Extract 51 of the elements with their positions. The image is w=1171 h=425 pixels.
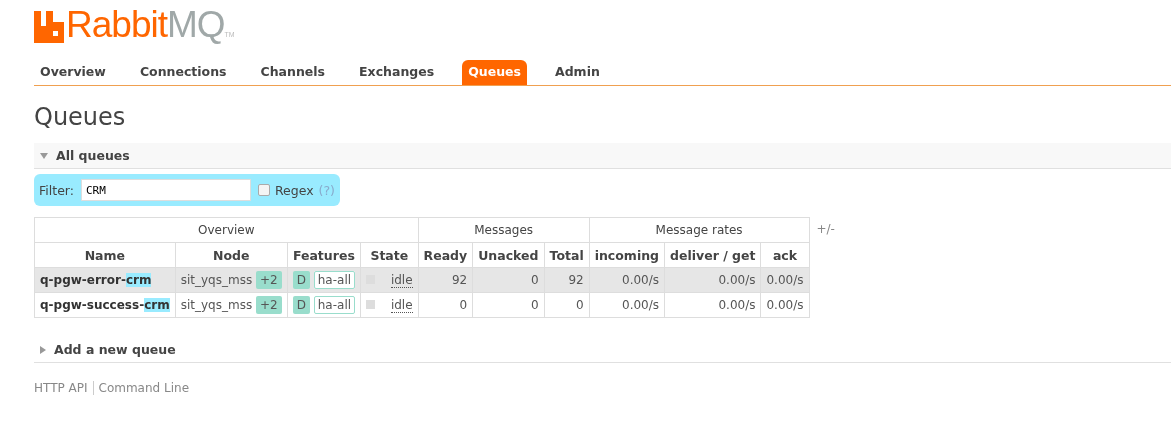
column-group-header: Overview — [34, 217, 419, 243]
table-cell: 0 — [544, 292, 590, 318]
regex-checkbox[interactable] — [257, 184, 270, 196]
column-header[interactable]: deliver / get — [664, 242, 761, 268]
table-cell: 0.00/s — [664, 292, 761, 318]
table-cell: 0.00/s — [664, 267, 761, 293]
durable-badge: D — [292, 296, 310, 314]
column-group-header: Messages — [418, 217, 590, 243]
expand-triangle-icon[interactable] — [40, 345, 46, 354]
rabbit-logo-icon — [34, 11, 64, 43]
state-text: idle — [390, 298, 413, 313]
durable-badge: D — [292, 271, 310, 289]
column-header[interactable]: incoming — [589, 242, 665, 268]
table-cell: 0 — [472, 292, 544, 318]
state-text: idle — [390, 273, 413, 288]
nav-tab[interactable]: Overview — [34, 60, 112, 85]
footer-link[interactable]: HTTP API — [34, 381, 93, 395]
nav-tab[interactable]: Channels — [254, 60, 332, 85]
column-header[interactable]: Unacked — [472, 242, 544, 268]
mirrors-badge: +2 — [256, 296, 282, 314]
nav-tab[interactable]: Exchanges — [353, 60, 441, 85]
mirrors-badge: +2 — [256, 271, 282, 289]
column-header[interactable]: Features — [287, 242, 361, 268]
columns-toggle-link[interactable]: +/- — [816, 222, 835, 236]
column-header[interactable]: ack — [761, 242, 809, 268]
queue-name-link[interactable]: q-pgw-success-crm — [34, 292, 176, 318]
section-title[interactable]: All queues — [56, 148, 130, 163]
column-header[interactable]: Total — [544, 242, 590, 268]
column-group-header: Message rates — [589, 217, 809, 243]
regex-label: Regex — [274, 182, 314, 198]
collapse-triangle-icon[interactable] — [40, 152, 48, 159]
nav-tab[interactable]: Admin — [549, 60, 606, 85]
table-cell: 0.00/s — [761, 292, 809, 318]
nav-tab[interactable]: Connections — [133, 60, 233, 85]
state-square-icon — [366, 300, 376, 309]
policy-badge: ha-all — [313, 296, 356, 314]
column-header[interactable]: Name — [34, 242, 176, 268]
policy-badge: ha-all — [313, 271, 356, 289]
column-header[interactable]: State — [360, 242, 419, 268]
section-title[interactable]: Add a new queue — [54, 342, 176, 357]
page-title: Queues — [34, 103, 127, 131]
table-cell: 0 — [418, 292, 473, 318]
node-name: sit_yqs_mss — [180, 273, 253, 287]
column-header[interactable]: Node — [175, 242, 288, 268]
column-header[interactable]: Ready — [418, 242, 473, 268]
footer-link[interactable]: Command Line — [92, 381, 194, 395]
node-name: sit_yqs_mss — [180, 298, 253, 312]
table-cell: 0.00/s — [589, 292, 665, 318]
filter-field[interactable]: CRM — [80, 179, 251, 201]
filter-label: Filter: — [39, 182, 74, 198]
queue-name-link[interactable]: q-pgw-error-crm — [34, 267, 176, 293]
